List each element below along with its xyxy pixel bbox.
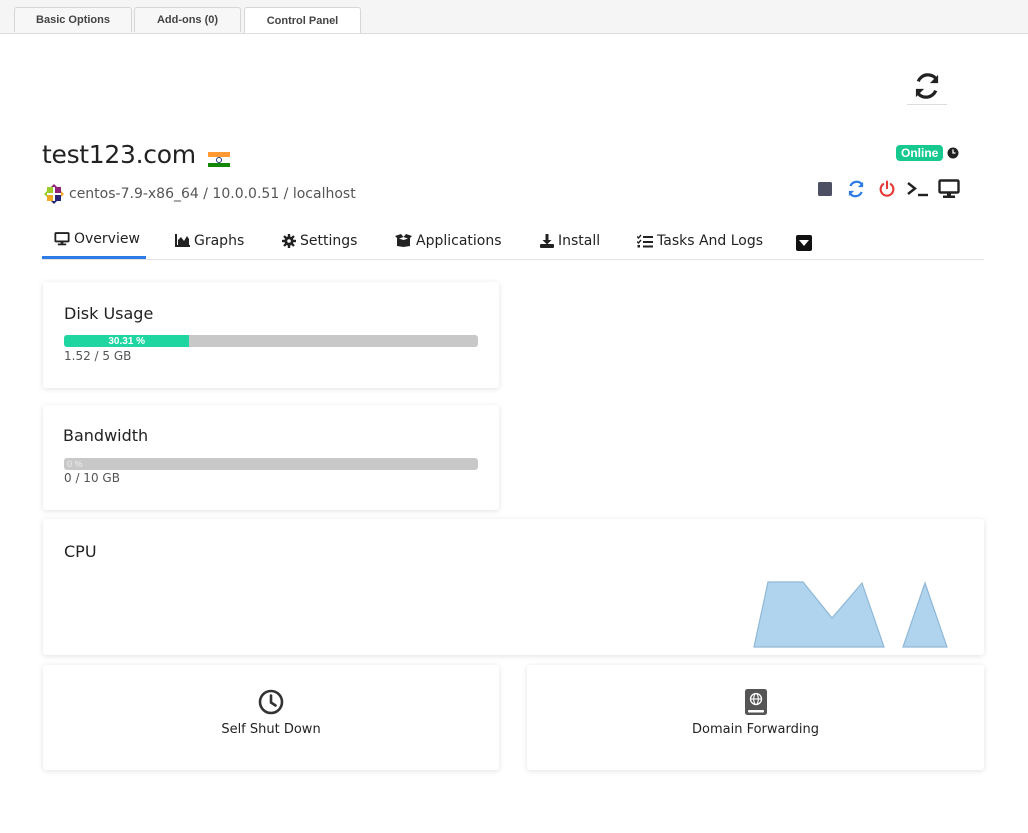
vnc-button[interactable] <box>938 178 960 200</box>
bandwidth-card: Bandwidth 0 % 0 / 10 GB <box>43 405 499 510</box>
tab-graphs[interactable]: Graphs <box>175 222 244 259</box>
disk-usage-card: Disk Usage 30.31 % 1.52 / 5 GB <box>43 282 499 388</box>
stop-icon <box>818 182 832 196</box>
domain-forwarding-tile[interactable]: Domain Forwarding <box>527 665 984 770</box>
box-open-icon <box>395 234 412 247</box>
power-icon <box>879 180 895 197</box>
refresh-icon <box>915 73 939 99</box>
console-button[interactable] <box>907 178 929 200</box>
cpu-sparkline <box>753 581 948 648</box>
stop-button[interactable] <box>814 178 836 200</box>
cpu-area-2 <box>902 581 948 648</box>
cpu-card: CPU <box>43 519 984 655</box>
india-flag-icon <box>208 152 230 167</box>
cpu-area-1 <box>753 581 885 648</box>
server-actions <box>814 178 969 200</box>
tasks-icon <box>637 234 653 247</box>
server-nav: Overview Graphs Settings Applications In… <box>42 222 984 260</box>
tab-addons[interactable]: Add-ons (0) <box>134 7 241 32</box>
top-tab-bar: Basic Options Add-ons (0) Control Panel <box>0 0 1028 34</box>
atlas-book-icon <box>744 689 767 715</box>
tab-install[interactable]: Install <box>540 222 600 259</box>
bandwidth-progress-bar: 0 % <box>64 458 478 470</box>
tab-tasks-label: Tasks And Logs <box>657 232 764 249</box>
power-button[interactable] <box>876 178 898 200</box>
tab-control-panel[interactable]: Control Panel <box>244 7 361 33</box>
gear-icon <box>282 233 296 248</box>
disk-usage-title: Disk Usage <box>64 304 154 323</box>
caret-down-icon <box>799 240 809 246</box>
tab-overview[interactable]: Overview <box>42 222 146 259</box>
console-icon <box>907 182 928 197</box>
tab-applications-label: Applications <box>416 232 502 249</box>
monitor-icon <box>938 179 960 198</box>
status-indicator: Online <box>896 145 959 161</box>
bandwidth-usage-value: 0 / 10 GB <box>64 471 120 485</box>
tab-settings-label: Settings <box>300 232 358 249</box>
tab-tasks-and-logs[interactable]: Tasks And Logs <box>637 222 763 259</box>
cpu-title: CPU <box>64 542 97 561</box>
refresh-button[interactable] <box>907 68 947 105</box>
server-domain: test123.com <box>42 140 196 169</box>
restart-button[interactable] <box>845 178 867 200</box>
disk-progress-fill: 30.31 % <box>64 335 190 347</box>
tab-install-label: Install <box>558 232 601 249</box>
clock-icon[interactable] <box>947 147 959 159</box>
server-details: centos-7.9-x86_64 / 10.0.0.51 / localhos… <box>69 186 356 202</box>
server-subtitle: centos-7.9-x86_64 / 10.0.0.51 / localhos… <box>44 184 356 204</box>
tab-graphs-label: Graphs <box>194 232 245 249</box>
bandwidth-progress-label: 0 % <box>67 459 83 469</box>
centos-icon <box>44 184 64 204</box>
nav-more-dropdown[interactable] <box>796 235 812 251</box>
download-icon <box>540 233 554 248</box>
disk-progress-bar: 30.31 % <box>64 335 478 347</box>
tab-overview-label: Overview <box>74 231 140 247</box>
area-chart-icon <box>175 234 190 247</box>
self-shutdown-tile[interactable]: Self Shut Down <box>43 665 499 770</box>
status-badge: Online <box>896 145 944 161</box>
tab-applications[interactable]: Applications <box>395 222 502 259</box>
tab-basic-options[interactable]: Basic Options <box>14 7 132 32</box>
self-shutdown-label: Self Shut Down <box>221 722 321 737</box>
monitor-icon <box>54 232 70 246</box>
restart-icon <box>848 180 864 198</box>
clock-icon <box>258 689 284 715</box>
tab-settings[interactable]: Settings <box>282 222 357 259</box>
bandwidth-title: Bandwidth <box>63 426 149 445</box>
disk-usage-value: 1.52 / 5 GB <box>64 349 132 363</box>
domain-forwarding-label: Domain Forwarding <box>692 722 819 737</box>
